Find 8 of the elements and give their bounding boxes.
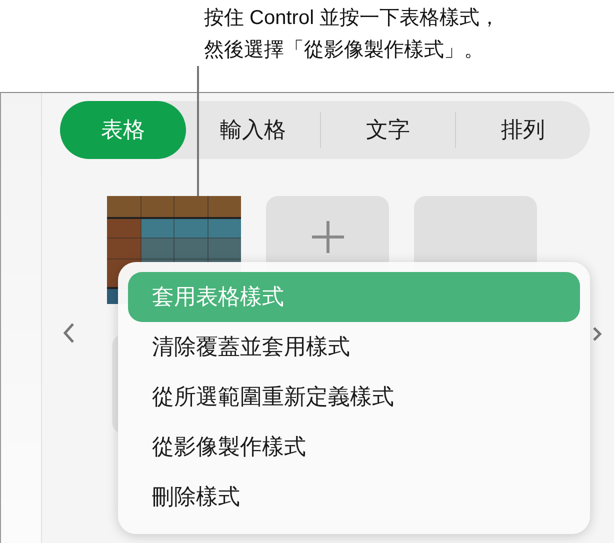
tab[interactable]: 排列 — [456, 101, 590, 159]
menu-item[interactable]: 刪除樣式 — [128, 472, 580, 522]
tab[interactable]: 文字 — [321, 101, 455, 159]
callout-text: 按住 Control 並按一下表格樣式， 然後選擇「從影像製作樣式」。 — [204, 6, 501, 63]
menu-item[interactable]: 清除覆蓋並套用樣式 — [128, 322, 580, 372]
menu-item[interactable]: 從影像製作樣式 — [128, 422, 580, 472]
menu-item[interactable]: 從所選範圍重新定義樣式 — [128, 372, 580, 422]
tab[interactable]: 輸入格 — [186, 101, 320, 159]
